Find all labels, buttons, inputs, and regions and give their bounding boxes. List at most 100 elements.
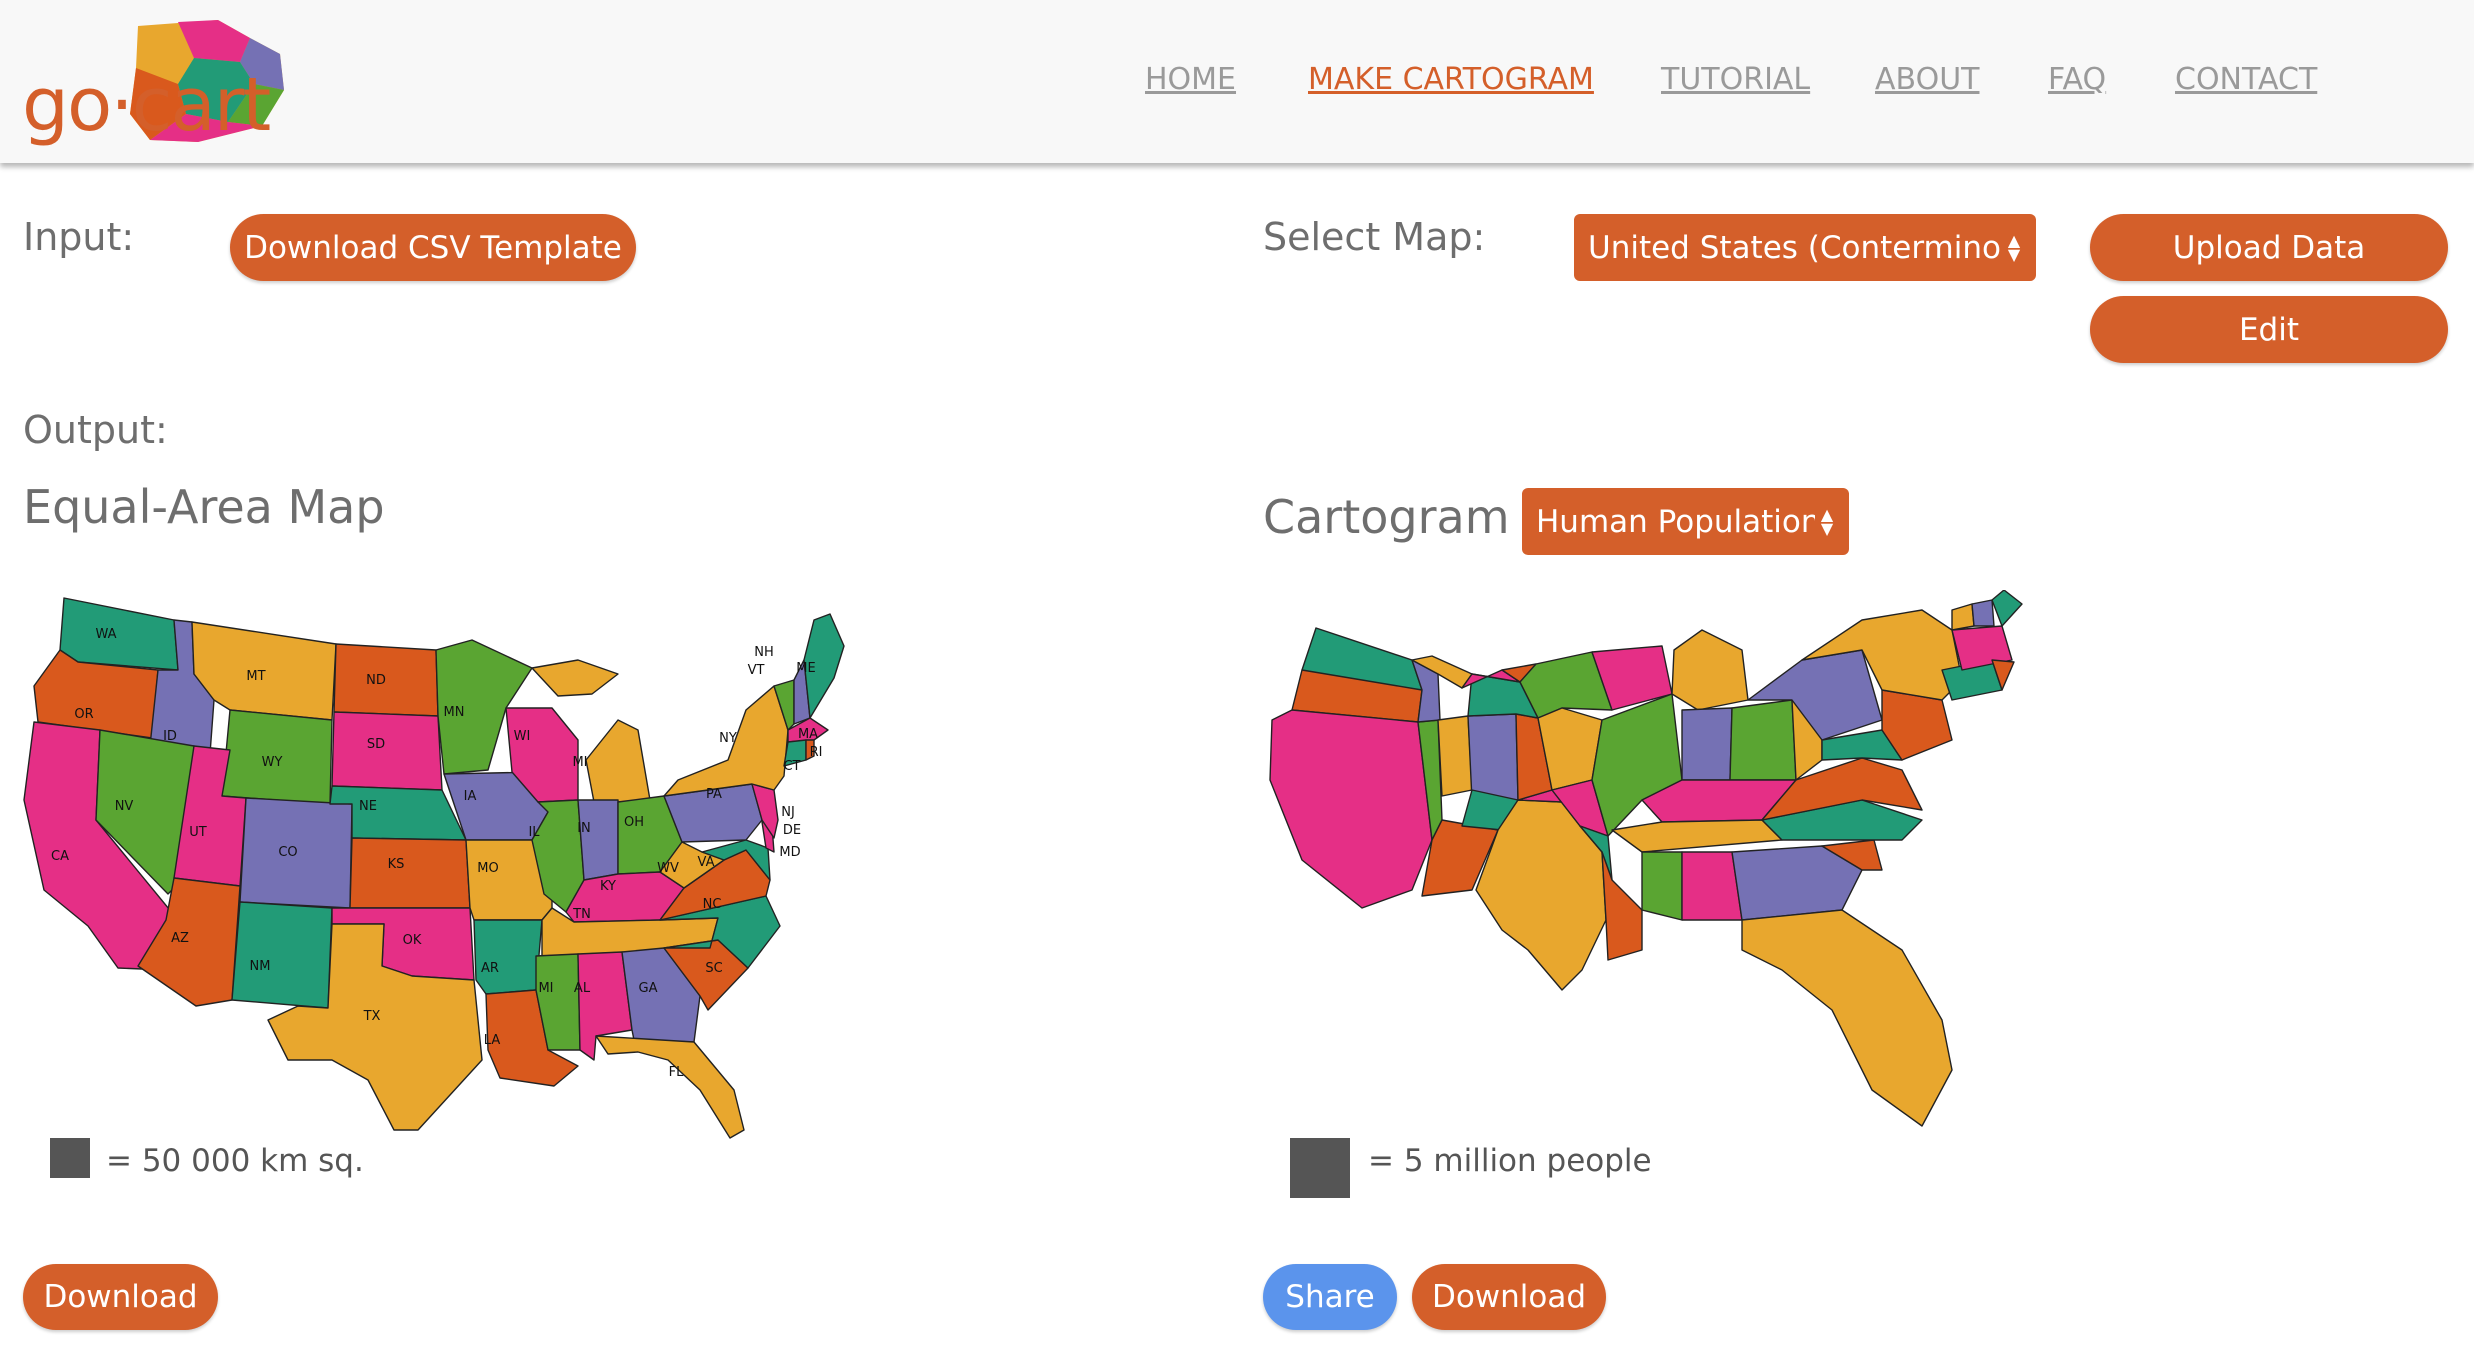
state-label-ne: NE: [359, 799, 377, 814]
state-nm: [231, 901, 333, 1009]
upload-data-button[interactable]: Upload Data: [2090, 214, 2448, 281]
map-select-value: United States (Conterminous): [1588, 229, 2002, 266]
state-label-wi: WI: [514, 729, 531, 744]
select-arrows-icon: ▲ ▼: [2007, 230, 2021, 264]
cartogram-title: Cartogram: [1263, 490, 1510, 544]
state-label-fl: FL: [669, 1065, 684, 1080]
state-label-tx: TX: [363, 1009, 381, 1024]
state-label-ar: AR: [481, 961, 499, 976]
nav-about[interactable]: ABOUT: [1875, 62, 1979, 97]
state-label-mi: MI: [538, 981, 553, 996]
cartogram-download-button[interactable]: Download: [1412, 1264, 1606, 1330]
state-label-or: OR: [74, 707, 93, 722]
equal-area-map[interactable]: WA MT ND NH VT ME OR ID MN MA SD WI NY RI WY MI CT NV NE IA…: [18, 590, 848, 1140]
nav-faq[interactable]: FAQ: [2048, 62, 2106, 97]
state-label-ut: UT: [189, 825, 207, 840]
state-label-oh: OH: [624, 815, 644, 830]
dataset-select-value: Human Population: [1536, 503, 1815, 540]
state-label-ia: IA: [464, 789, 477, 804]
cartogram-co: [1467, 713, 1519, 801]
cartogram-map[interactable]: [1262, 589, 2092, 1140]
nav-contact[interactable]: CONTACT: [2175, 62, 2317, 97]
population-legend-square: [1290, 1138, 1350, 1198]
state-fl: [595, 1035, 745, 1139]
state-label-wy: WY: [262, 755, 283, 770]
state-ks: [349, 837, 471, 909]
nav-make-cartogram[interactable]: MAKE CARTOGRAM: [1308, 62, 1594, 97]
state-label-mt: MT: [246, 669, 265, 684]
input-label: Input:: [23, 215, 135, 259]
state-label-co: CO: [278, 845, 297, 860]
state-label-ri: RI: [810, 745, 823, 760]
state-label-ky: KY: [600, 879, 616, 894]
state-label-sc: SC: [705, 961, 722, 976]
gocart-logo[interactable]: go·cart: [18, 18, 286, 148]
state-label-me: ME: [796, 661, 815, 676]
state-label-ny: NY: [719, 731, 737, 746]
select-map-label: Select Map:: [1263, 215, 1486, 259]
state-label-nm: NM: [250, 959, 271, 974]
cartogram-la: [1601, 851, 1643, 961]
state-label-mi: MI: [572, 755, 587, 770]
cartogram-tn: [1611, 819, 1783, 853]
nav-home[interactable]: HOME: [1145, 62, 1236, 97]
state-label-il: IL: [528, 825, 540, 840]
state-wa: [59, 597, 179, 671]
area-legend-square: [50, 1138, 90, 1178]
equal-area-map-svg: WA MT ND NH VT ME OR ID MN MA SD WI NY RI WY MI CT NV NE IA…: [23, 597, 845, 1139]
state-label-nh: NH: [754, 645, 774, 660]
cartogram-ca: [1269, 709, 1433, 909]
state-label-la: LA: [484, 1033, 501, 1048]
state-label-in: IN: [577, 821, 591, 836]
population-legend-text: = 5 million people: [1368, 1143, 1652, 1179]
share-button[interactable]: Share: [1263, 1264, 1397, 1330]
cartogram-me: [1991, 589, 2023, 627]
cartogram-in: [1681, 707, 1733, 781]
state-label-mn: MN: [444, 705, 465, 720]
area-legend-text: = 50 000 km sq.: [106, 1143, 364, 1179]
map-select[interactable]: United States (Conterminous) ▲▼: [1574, 214, 2036, 281]
logo-text: go·cart: [22, 62, 271, 148]
equal-area-download-button[interactable]: Download: [23, 1264, 218, 1330]
state-label-ok: OK: [403, 933, 422, 948]
state-label-vt: VT: [748, 663, 765, 678]
state-label-nd: ND: [366, 673, 386, 688]
state-label-az: AZ: [171, 931, 189, 946]
state-label-id: ID: [163, 729, 177, 744]
select-arrows-icon: ▲ ▼: [1820, 504, 1834, 538]
state-label-ks: KS: [388, 857, 405, 872]
output-label: Output:: [23, 408, 168, 452]
state-label-ca: CA: [51, 849, 69, 864]
cartogram-nh: [1971, 599, 1995, 627]
state-mi-up: [531, 659, 619, 697]
state-label-nj: NJ: [781, 805, 795, 820]
state-sd: [331, 711, 443, 791]
state-label-md: MD: [779, 845, 800, 860]
state-label-sd: SD: [367, 737, 385, 752]
cartogram-oh: [1729, 699, 1797, 781]
state-label-nc: NC: [703, 897, 722, 912]
state-label-mo: MO: [477, 861, 498, 876]
state-label-de: DE: [783, 823, 801, 838]
state-ar: [473, 919, 543, 995]
download-csv-template-button[interactable]: Download CSV Template: [230, 214, 636, 281]
state-label-al: AL: [574, 981, 591, 996]
edit-button[interactable]: Edit: [2090, 296, 2448, 363]
cartogram-fl: [1741, 909, 1953, 1127]
cartogram-dataset-select[interactable]: Human Population ▲ ▼: [1522, 488, 1849, 555]
state-label-pa: PA: [706, 787, 722, 802]
state-label-wv: WV: [657, 861, 679, 876]
cartogram-ms: [1641, 851, 1683, 921]
state-in: [577, 799, 619, 881]
state-mi: [585, 719, 651, 803]
state-label-ma: MA: [798, 727, 818, 742]
state-label-nv: NV: [115, 799, 134, 814]
equal-area-title: Equal-Area Map: [23, 480, 385, 534]
state-label-wa: WA: [95, 627, 116, 642]
cartogram-mi: [1671, 629, 1749, 711]
cartogram-ut: [1437, 715, 1473, 797]
site-header: go·cart HOME MAKE CARTOGRAM TUTORIAL ABO…: [0, 0, 2474, 163]
state-label-ga: GA: [639, 981, 658, 996]
nav-tutorial[interactable]: TUTORIAL: [1661, 62, 1810, 97]
state-label-ct: CT: [783, 759, 800, 774]
